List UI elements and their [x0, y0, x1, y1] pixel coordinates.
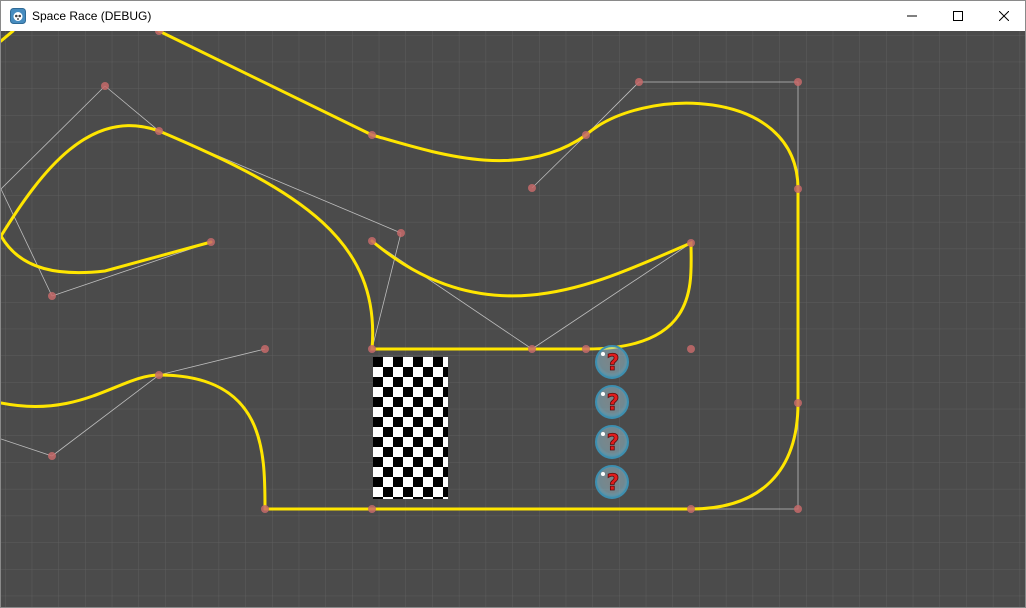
- close-icon: [999, 11, 1009, 21]
- minimize-button[interactable]: [889, 1, 935, 31]
- checkered-finish-line: [373, 357, 448, 499]
- title-bar[interactable]: Space Race (DEBUG): [1, 1, 1025, 31]
- game-viewport[interactable]: ????: [1, 31, 1025, 607]
- question-mark-bubble-icon: ?: [595, 465, 629, 499]
- close-button[interactable]: [981, 1, 1026, 31]
- godot-engine-icon: [10, 8, 26, 24]
- grid-background: [1, 31, 1025, 607]
- game-window: Space Race (DEBUG) ? ? ? ?: [0, 0, 1026, 608]
- svg-text:?: ?: [607, 391, 620, 416]
- track-editor-canvas: ????: [1, 31, 1025, 607]
- svg-text:?: ?: [607, 351, 620, 376]
- question-mark-bubble-icon: ?: [595, 385, 629, 419]
- maximize-icon: [953, 11, 963, 21]
- svg-text:?: ?: [607, 471, 620, 496]
- question-mark-bubble-icon: ?: [595, 425, 629, 459]
- question-mark-bubble-icon: ?: [595, 345, 629, 379]
- minimize-icon: [907, 15, 917, 17]
- maximize-button[interactable]: [935, 1, 981, 31]
- svg-text:?: ?: [607, 431, 620, 456]
- window-title: Space Race (DEBUG): [32, 9, 152, 23]
